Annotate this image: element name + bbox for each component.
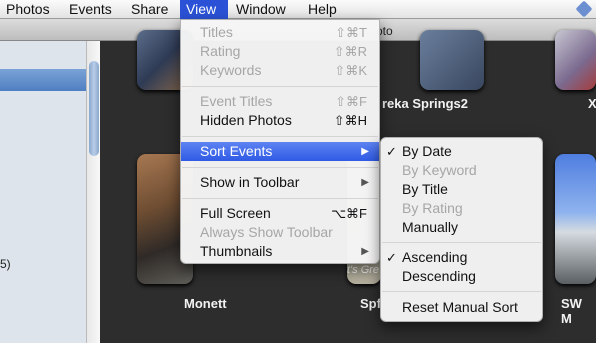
submenu-item-manually[interactable]: Manually bbox=[381, 218, 542, 237]
menu-events[interactable]: Events bbox=[63, 0, 118, 19]
submenu-item-ascending[interactable]: ✓ Ascending bbox=[381, 248, 542, 267]
menu-item-label: By Rating bbox=[402, 200, 463, 216]
submenu-item-by-rating: By Rating bbox=[381, 199, 542, 218]
checkmark-icon: ✓ bbox=[386, 250, 397, 265]
menu-item-label: Keywords bbox=[200, 62, 262, 78]
event-thumbnail[interactable] bbox=[420, 30, 484, 90]
menu-separator bbox=[382, 291, 541, 292]
menu-item-label: Reset Manual Sort bbox=[402, 299, 518, 315]
menu-bar: Photos Events Share View Window Help bbox=[0, 0, 596, 19]
event-title: SW M bbox=[561, 296, 582, 326]
event-thumbnail-sw[interactable] bbox=[555, 154, 596, 284]
menu-item-label: Show in Toolbar bbox=[200, 174, 300, 190]
submenu-item-reset-manual-sort[interactable]: Reset Manual Sort bbox=[381, 298, 542, 317]
menu-item-label: Thumbnails bbox=[200, 243, 273, 259]
view-menu: Titles ⇧⌘T Rating ⇧⌘R Keywords ⇧⌘K Event… bbox=[180, 19, 380, 264]
event-title: Spf bbox=[360, 296, 381, 311]
menu-separator bbox=[182, 136, 378, 137]
menu-item-event-titles: Event Titles ⇧⌘F bbox=[181, 92, 379, 111]
shortcut-label: ⇧⌘F bbox=[335, 94, 367, 109]
menu-item-label: By Keyword bbox=[402, 162, 477, 178]
menu-separator bbox=[182, 167, 378, 168]
menu-item-always-show-toolbar: Always Show Toolbar bbox=[181, 223, 379, 242]
menu-item-label: Descending bbox=[402, 268, 476, 284]
shortcut-label: ⇧⌘H bbox=[333, 113, 367, 128]
event-title: reka Springs2 bbox=[382, 96, 468, 111]
menu-item-label: Always Show Toolbar bbox=[200, 224, 333, 240]
thumbnail-caption: t's Gre bbox=[347, 264, 380, 276]
menu-help[interactable]: Help bbox=[302, 0, 343, 19]
scrollbar-thumb[interactable] bbox=[89, 61, 99, 156]
submenu-item-by-title[interactable]: By Title bbox=[381, 180, 542, 199]
menu-item-label: Sort Events bbox=[200, 143, 273, 159]
shortcut-label: ⇧⌘R bbox=[333, 44, 367, 59]
menu-item-label: Rating bbox=[200, 43, 241, 59]
menu-window[interactable]: Window bbox=[230, 0, 292, 19]
checkmark-icon: ✓ bbox=[386, 144, 397, 159]
shortcut-label: ⇧⌘K bbox=[334, 63, 367, 78]
menu-view[interactable]: View bbox=[180, 0, 228, 19]
submenu-arrow-icon: ▶ bbox=[361, 246, 369, 257]
menu-item-full-screen[interactable]: Full Screen ⌥⌘F bbox=[181, 204, 379, 223]
event-title: X bbox=[588, 96, 596, 111]
submenu-item-descending[interactable]: Descending bbox=[381, 267, 542, 286]
menu-separator bbox=[382, 242, 541, 243]
event-title: Monett bbox=[184, 296, 227, 311]
sort-events-submenu: ✓ By Date By Keyword By Title By Rating … bbox=[380, 137, 543, 322]
menu-item-show-in-toolbar[interactable]: Show in Toolbar ▶ bbox=[181, 173, 379, 192]
menu-item-rating: Rating ⇧⌘R bbox=[181, 42, 379, 61]
menu-item-label: By Title bbox=[402, 181, 448, 197]
menu-item-label: Full Screen bbox=[200, 205, 271, 221]
submenu-arrow-icon: ▶ bbox=[361, 146, 369, 157]
sidebar: 5) bbox=[0, 41, 100, 343]
shortcut-label: ⇧⌘T bbox=[335, 25, 367, 40]
menu-share[interactable]: Share bbox=[125, 0, 174, 19]
menu-item-titles: Titles ⇧⌘T bbox=[181, 23, 379, 42]
menu-photos[interactable]: Photos bbox=[0, 0, 56, 19]
menu-item-label: Event Titles bbox=[200, 93, 273, 109]
shortcut-label: ⌥⌘F bbox=[331, 206, 367, 221]
sidebar-selected-item[interactable] bbox=[0, 69, 86, 91]
menu-item-thumbnails[interactable]: Thumbnails ▶ bbox=[181, 242, 379, 261]
menu-item-label: Titles bbox=[200, 24, 233, 40]
menu-item-label: By Date bbox=[402, 143, 452, 159]
submenu-item-by-date[interactable]: ✓ By Date bbox=[381, 142, 542, 161]
submenu-item-by-keyword: By Keyword bbox=[381, 161, 542, 180]
sidebar-scrollbar[interactable] bbox=[86, 41, 100, 343]
menu-item-sort-events[interactable]: Sort Events ▶ bbox=[181, 142, 379, 161]
submenu-arrow-icon: ▶ bbox=[361, 177, 369, 188]
menu-item-label: Ascending bbox=[402, 249, 468, 265]
menu-separator bbox=[182, 198, 378, 199]
menu-item-label: Hidden Photos bbox=[200, 112, 292, 128]
menu-item-keywords: Keywords ⇧⌘K bbox=[181, 61, 379, 80]
event-thumbnail[interactable] bbox=[555, 30, 596, 90]
menu-item-label: Manually bbox=[402, 219, 459, 235]
dropbox-status-icon[interactable] bbox=[575, 0, 593, 18]
menu-item-hidden-photos[interactable]: Hidden Photos ⇧⌘H bbox=[181, 111, 379, 130]
menu-separator bbox=[182, 86, 378, 87]
sidebar-item-count: 5) bbox=[0, 257, 11, 271]
